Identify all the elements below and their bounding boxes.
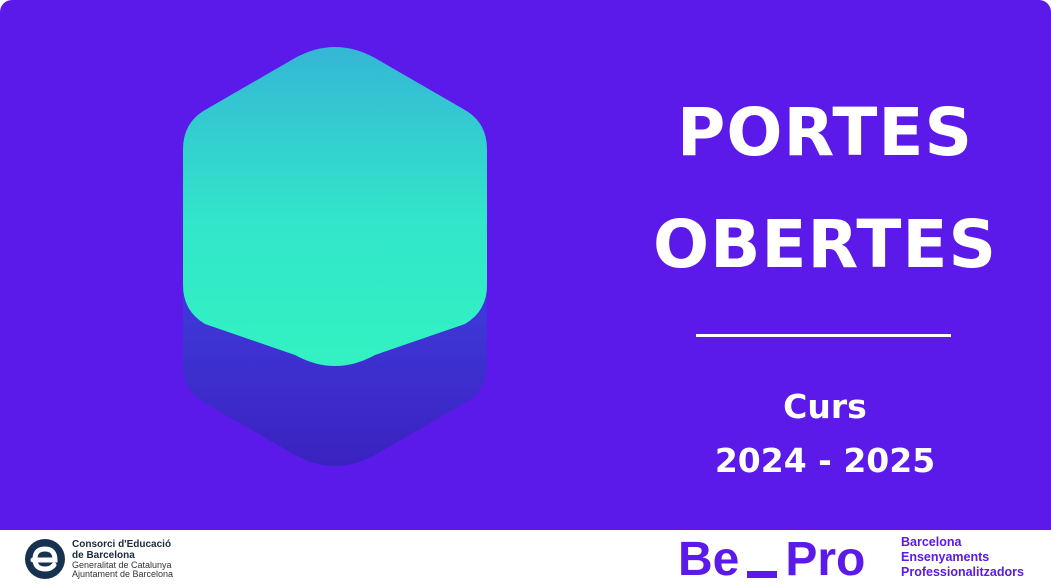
course-label: Curs bbox=[783, 387, 867, 426]
bepro-line-3: Professionalitzadors bbox=[901, 564, 1024, 579]
consorci-e-logo-icon bbox=[25, 539, 65, 579]
hexagon-cube-icon bbox=[183, 47, 487, 466]
bepro-line-1: Barcelona bbox=[901, 535, 962, 549]
poster: PORTES OBERTES Curs 2024 - 2025 Consorci… bbox=[0, 0, 1051, 587]
bepro-text: Barcelona Ensenyaments Professionalitzad… bbox=[901, 535, 1024, 579]
course-years: 2024 - 2025 bbox=[714, 441, 936, 480]
divider bbox=[696, 334, 951, 337]
bepro-line-2: Ensenyaments bbox=[901, 549, 990, 564]
footer: Consorci d'Educació de Barcelona General… bbox=[0, 530, 1051, 587]
bepro-right: Pro bbox=[785, 533, 866, 586]
consorci-text: Consorci d'Educació de Barcelona General… bbox=[72, 539, 174, 580]
title-line-2: OBERTES bbox=[653, 206, 997, 283]
banner: PORTES OBERTES Curs 2024 - 2025 bbox=[0, 0, 1051, 530]
consorci-line-1: Consorci d'Educació bbox=[72, 539, 172, 550]
title-line-1: PORTES bbox=[677, 94, 973, 171]
bepro-underscore bbox=[747, 571, 778, 578]
bepro-logo: Be Pro bbox=[678, 534, 865, 584]
bepro-left: Be bbox=[678, 533, 740, 586]
consorci-line-4: Ajuntament de Barcelona bbox=[72, 569, 174, 580]
